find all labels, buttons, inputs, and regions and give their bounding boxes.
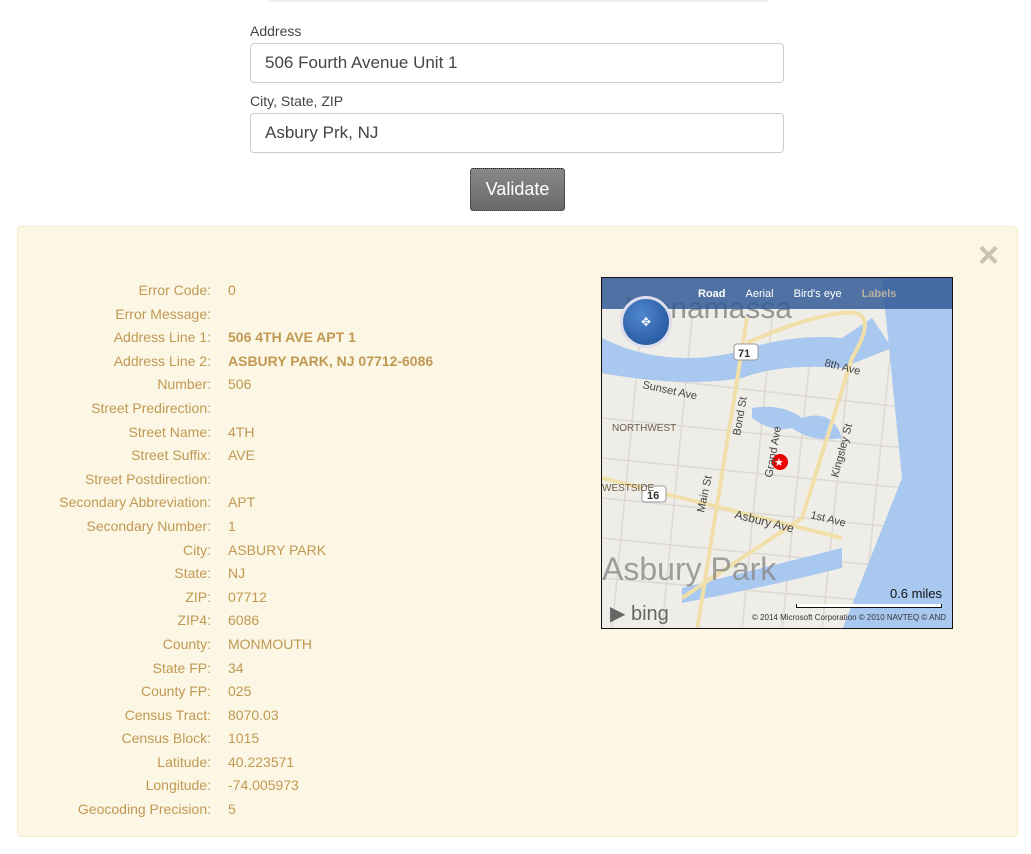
- map-mode-labels[interactable]: Labels: [862, 288, 897, 300]
- field-label: Number:: [157, 376, 211, 393]
- result-panel: × Error Code: 0 Error Message: Address Line…: [17, 226, 1018, 837]
- asbury-ave-label: Asbury Ave: [733, 507, 795, 535]
- field-label: Geocoding Precision:: [77, 801, 211, 818]
- field-label: Address Line 1:: [113, 329, 211, 346]
- field-value: 506: [228, 376, 252, 393]
- grand-ave-label: Grand Ave: [763, 425, 784, 478]
- field-value: AVE: [228, 447, 255, 464]
- result-row: Street Predirection:: [18, 397, 433, 421]
- field-value: 0: [228, 282, 236, 298]
- field-label: ZIP:: [185, 588, 211, 605]
- main-st-label: Main St: [695, 475, 714, 514]
- field-value: APT: [228, 494, 256, 511]
- map-mode-birds-eye[interactable]: Bird's eye: [794, 288, 842, 300]
- field-label: Error Message:: [115, 305, 211, 322]
- field-label: Census Tract:: [124, 706, 211, 723]
- asbury-park-label: Asbury Park: [602, 551, 777, 587]
- field-label: Street Suffix:: [131, 447, 211, 464]
- field-label: Secondary Abbreviation:: [59, 494, 211, 511]
- field-label: Street Postdirection:: [84, 470, 211, 487]
- field-value: 025: [228, 683, 252, 700]
- result-row: Address Line 2: ASBURY PARK, NJ 07712-608…: [18, 350, 433, 374]
- field-value: 34: [228, 659, 244, 676]
- bing-logo-icon: ▶: [610, 603, 626, 625]
- map[interactable]: Wanamassa ★ 71 16 Sunset Ave NORTHWEST W…: [601, 277, 953, 629]
- westside-label: WESTSIDE: [602, 483, 655, 494]
- result-row: Error Message:: [18, 303, 433, 327]
- result-row: County FP: 025: [18, 680, 433, 704]
- field-label: State FP:: [152, 659, 211, 676]
- field-value: 4TH: [228, 423, 255, 440]
- scale-label: 0.6 miles: [889, 586, 942, 601]
- address-input[interactable]: [250, 43, 784, 83]
- result-row: State: NJ: [18, 562, 433, 586]
- result-row: Street Name: 4TH: [18, 421, 433, 445]
- field-label: Secondary Number:: [86, 517, 211, 534]
- result-row: City: ASBURY PARK: [18, 539, 433, 563]
- result-row: Street Suffix: AVE: [18, 444, 433, 468]
- result-row: Street Postdirection:: [18, 468, 433, 492]
- map-pan-control-icon[interactable]: ✥: [620, 296, 672, 348]
- field-value: 1015: [228, 730, 260, 747]
- result-row: Number: 506: [18, 373, 433, 397]
- field-label: Error Code:: [138, 282, 211, 298]
- field-value: 506 4TH AVE APT 1: [228, 329, 356, 346]
- result-row: Secondary Number: 1: [18, 515, 433, 539]
- close-icon[interactable]: ×: [978, 237, 999, 273]
- address-label: Address: [250, 23, 302, 39]
- field-label: Latitude:: [157, 753, 211, 770]
- field-label: Longitude:: [145, 777, 211, 794]
- map-copyright: © 2014 Microsoft Corporation © 2010 NAVT…: [751, 613, 946, 622]
- field-value: 1: [228, 517, 236, 534]
- map-scale: 0.6 miles: [796, 586, 942, 608]
- field-value: 5: [228, 801, 236, 818]
- scale-bar: [796, 604, 942, 608]
- field-value: MONMOUTH: [228, 635, 312, 652]
- field-label: City:: [183, 541, 211, 558]
- city-state-zip-input[interactable]: [250, 113, 784, 153]
- result-row: Census Tract: 8070.03: [18, 704, 433, 728]
- bing-logo-text: bing: [630, 603, 669, 625]
- 1st-ave-label: 1st Ave: [809, 509, 847, 529]
- field-label: Street Name:: [128, 423, 211, 440]
- map-mode-aerial[interactable]: Aerial: [746, 288, 774, 300]
- result-row: Error Code: 0: [18, 279, 433, 303]
- field-label: ZIP4:: [177, 612, 211, 629]
- result-row: County: MONMOUTH: [18, 633, 433, 657]
- field-label: Census Block:: [121, 730, 211, 747]
- field-value: 6086: [228, 612, 260, 629]
- result-row: State FP: 34: [18, 657, 433, 681]
- city-state-zip-label: City, State, ZIP: [250, 93, 344, 109]
- field-label: Street Predirection:: [91, 399, 211, 416]
- validate-button[interactable]: Validate: [470, 168, 565, 211]
- field-label: County FP:: [140, 683, 211, 700]
- result-row: Geocoding Precision: 5: [18, 798, 433, 822]
- map-mode-road[interactable]: Road: [698, 288, 726, 300]
- northwest-label: NORTHWEST: [612, 423, 676, 434]
- result-row: Census Block: 1015: [18, 727, 433, 751]
- result-row: Latitude: 40.223571: [18, 751, 433, 775]
- field-value: 8070.03: [228, 706, 279, 723]
- field-value: NJ: [228, 565, 246, 582]
- result-row: Secondary Abbreviation: APT: [18, 491, 433, 515]
- result-fields: Error Code: 0 Error Message: Address Line 1…: [18, 279, 433, 822]
- divider: [268, 0, 768, 2]
- route-71-label: 71: [738, 348, 750, 360]
- result-row: Longitude: -74.005973: [18, 774, 433, 798]
- result-row: Address Line 1: 506 4TH AVE APT 1: [18, 326, 433, 350]
- bing-logo: ▶ bing: [610, 601, 669, 626]
- field-value: 40.223571: [228, 753, 295, 770]
- field-label: County:: [162, 635, 211, 652]
- result-row: ZIP4: 6086: [18, 609, 433, 633]
- field-value: ASBURY PARK, NJ 07712-6086: [228, 352, 434, 369]
- field-label: Address Line 2:: [113, 352, 211, 369]
- field-value: ASBURY PARK: [228, 541, 327, 558]
- field-value: -74.005973: [228, 777, 299, 794]
- field-value: 07712: [228, 588, 267, 605]
- field-label: State:: [174, 565, 211, 582]
- result-row: ZIP: 07712: [18, 586, 433, 610]
